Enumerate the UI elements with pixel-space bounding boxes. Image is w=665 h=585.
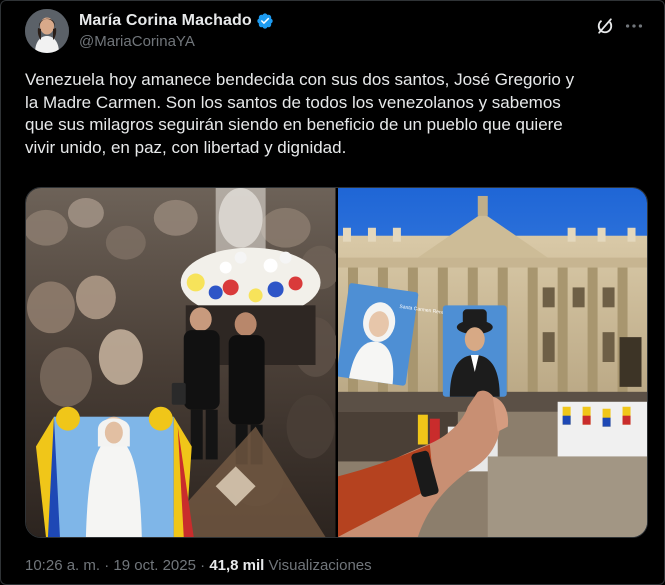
- author-display-name[interactable]: María Corina Machado: [79, 12, 252, 30]
- author-handle[interactable]: @MariaCorinaYA: [79, 33, 195, 50]
- verified-badge-icon: [257, 13, 273, 29]
- more-options-icon[interactable]: [623, 15, 645, 37]
- tweet-card: María Corina Machado @MariaCorinaYA Vene…: [0, 0, 665, 585]
- author-avatar[interactable]: [25, 9, 69, 53]
- profile-photo-icon: [25, 9, 69, 53]
- tweet-media: Santa Carmen Rendiles: [25, 187, 648, 538]
- media-photo-st-peters[interactable]: Santa Carmen Rendiles: [337, 188, 647, 537]
- views-count: 41,8 mil: [209, 557, 265, 574]
- st-peters-photo-image: Santa Carmen Rendiles: [337, 188, 647, 537]
- tweet-text: Venezuela hoy amanece bendecida con sus …: [25, 70, 575, 157]
- tweet-meta: 10:26 a. m. · 19 oct. 2025 · 41,8 mil Vi…: [25, 557, 372, 574]
- meta-separator: ·: [104, 557, 110, 574]
- name-row: María Corina Machado: [79, 12, 274, 30]
- tweet-date[interactable]: 19 oct. 2025: [113, 557, 196, 574]
- tweet-header: María Corina Machado @MariaCorinaYA: [25, 9, 645, 53]
- tweet-time[interactable]: 10:26 a. m.: [25, 557, 100, 574]
- media-photo-procession[interactable]: [26, 188, 336, 537]
- procession-photo-image: [26, 188, 336, 537]
- views-label: Visualizaciones: [268, 557, 372, 574]
- meta-separator-2: ·: [200, 557, 206, 574]
- grok-icon[interactable]: [595, 16, 615, 36]
